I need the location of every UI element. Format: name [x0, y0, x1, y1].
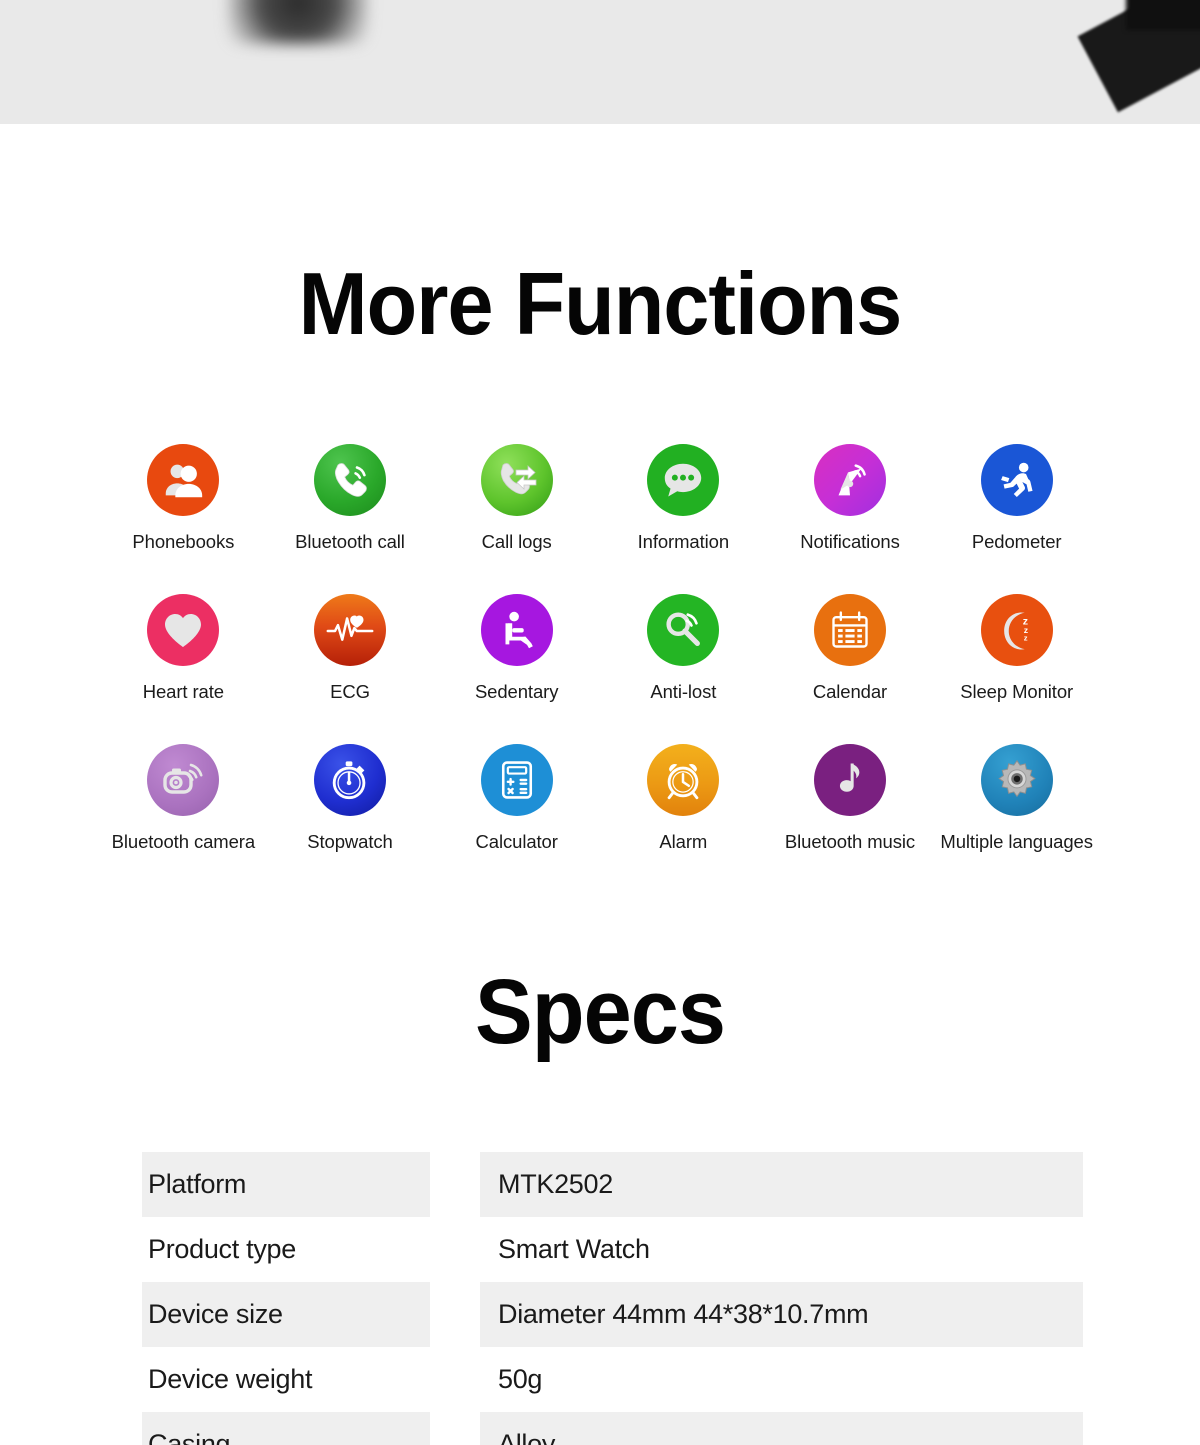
function-item-information[interactable]: Information [600, 444, 767, 578]
dark-corner-shape-accent [1126, 0, 1200, 30]
calendar-icon [813, 594, 886, 666]
spec-value: Diameter 44mm 44*38*10.7mm [480, 1282, 1083, 1347]
gear-icon [980, 744, 1053, 816]
function-label: ECG [330, 681, 370, 702]
function-item-calculator[interactable]: Calculator [433, 744, 600, 878]
function-label: Anti-lost [650, 681, 717, 702]
more-functions-heading: More Functions [298, 254, 903, 353]
alarm-clock-icon [647, 744, 720, 816]
music-note-icon [813, 744, 886, 816]
spec-row: Product type Smart Watch [142, 1217, 1083, 1282]
heart-icon [147, 594, 220, 666]
moon-zzz-icon: z z z [980, 594, 1053, 666]
spec-row: Device size Diameter 44mm 44*38*10.7mm [142, 1282, 1083, 1347]
stopwatch-icon [313, 744, 386, 816]
spec-row: Casing Alloy [142, 1412, 1083, 1445]
function-item-heart-rate[interactable]: Heart rate [100, 594, 267, 728]
function-item-phonebooks[interactable]: Phonebooks [100, 444, 267, 578]
specs-heading: Specs [474, 961, 726, 1063]
top-image-band [0, 0, 1200, 124]
function-label: Sleep Monitor [960, 681, 1074, 702]
function-item-bluetooth-call[interactable]: Bluetooth call [267, 444, 434, 578]
function-label: Bluetooth call [295, 531, 405, 552]
magnifier-signal-icon [647, 594, 720, 666]
call-logs-icon [480, 444, 553, 516]
function-label: Bluetooth music [784, 831, 916, 852]
function-item-sedentary[interactable]: Sedentary [433, 594, 600, 728]
function-item-anti-lost[interactable]: Anti-lost [600, 594, 767, 728]
specs-table: Platform MTK2502 Product type Smart Watch De… [142, 1152, 1083, 1445]
function-item-stopwatch[interactable]: Stopwatch [267, 744, 434, 878]
spec-value: MTK2502 [480, 1152, 1083, 1217]
spec-row: Device weight 50g [142, 1347, 1083, 1412]
function-label: Bluetooth camera [111, 831, 256, 852]
spec-value: 50g [498, 1364, 543, 1394]
function-label: Pedometer [971, 531, 1062, 552]
function-label: Call logs [481, 531, 552, 552]
function-label: Notifications [800, 531, 900, 552]
function-item-multiple-languages[interactable]: Multiple languages [933, 744, 1100, 878]
spec-key: Platform [142, 1152, 430, 1217]
function-item-notifications[interactable]: Notifications [767, 444, 934, 578]
function-item-sleep-monitor[interactable]: z z z Sleep Monitor [933, 594, 1100, 728]
calculator-icon [480, 744, 553, 816]
functions-icon-grid: Phonebooks Bluetooth call Call logs Info… [100, 444, 1100, 878]
function-label: Multiple languages [940, 831, 1093, 852]
function-label: Information [637, 531, 730, 552]
spec-row: Platform MTK2502 [142, 1152, 1083, 1217]
function-item-pedometer[interactable]: Pedometer [933, 444, 1100, 578]
function-label: Calculator [475, 831, 558, 852]
product-detail-page: More Functions Specs Phonebooks Bluetoot… [0, 0, 1200, 1445]
svg-text:z: z [1023, 634, 1027, 643]
phone-call-icon [313, 444, 386, 516]
satellite-dish-icon [813, 444, 886, 516]
function-item-call-logs[interactable]: Call logs [433, 444, 600, 578]
running-person-icon [980, 444, 1053, 516]
function-label: Stopwatch [307, 831, 393, 852]
function-item-alarm[interactable]: Alarm [600, 744, 767, 878]
spec-key: Device weight [148, 1364, 313, 1394]
function-item-bluetooth-camera[interactable]: Bluetooth camera [100, 744, 267, 878]
spec-value: Smart Watch [498, 1234, 650, 1264]
blurred-product-shadow [228, 0, 368, 44]
spec-key: Product type [148, 1234, 296, 1264]
function-label: Heart rate [142, 681, 224, 702]
function-label: Alarm [659, 831, 708, 852]
chat-bubble-icon [647, 444, 720, 516]
sitting-person-icon [480, 594, 553, 666]
function-label: Sedentary [474, 681, 559, 702]
spec-value: Alloy [480, 1412, 1083, 1445]
function-label: Phonebooks [132, 531, 235, 552]
spec-key: Casing [142, 1412, 430, 1445]
ecg-waveform-icon [313, 594, 386, 666]
camera-signal-icon [147, 744, 220, 816]
function-label: Calendar [812, 681, 888, 702]
contacts-icon [147, 444, 220, 516]
function-item-ecg[interactable]: ECG [267, 594, 434, 728]
spec-key: Device size [142, 1282, 430, 1347]
function-item-bluetooth-music[interactable]: Bluetooth music [767, 744, 934, 878]
function-item-calendar[interactable]: Calendar [767, 594, 934, 728]
